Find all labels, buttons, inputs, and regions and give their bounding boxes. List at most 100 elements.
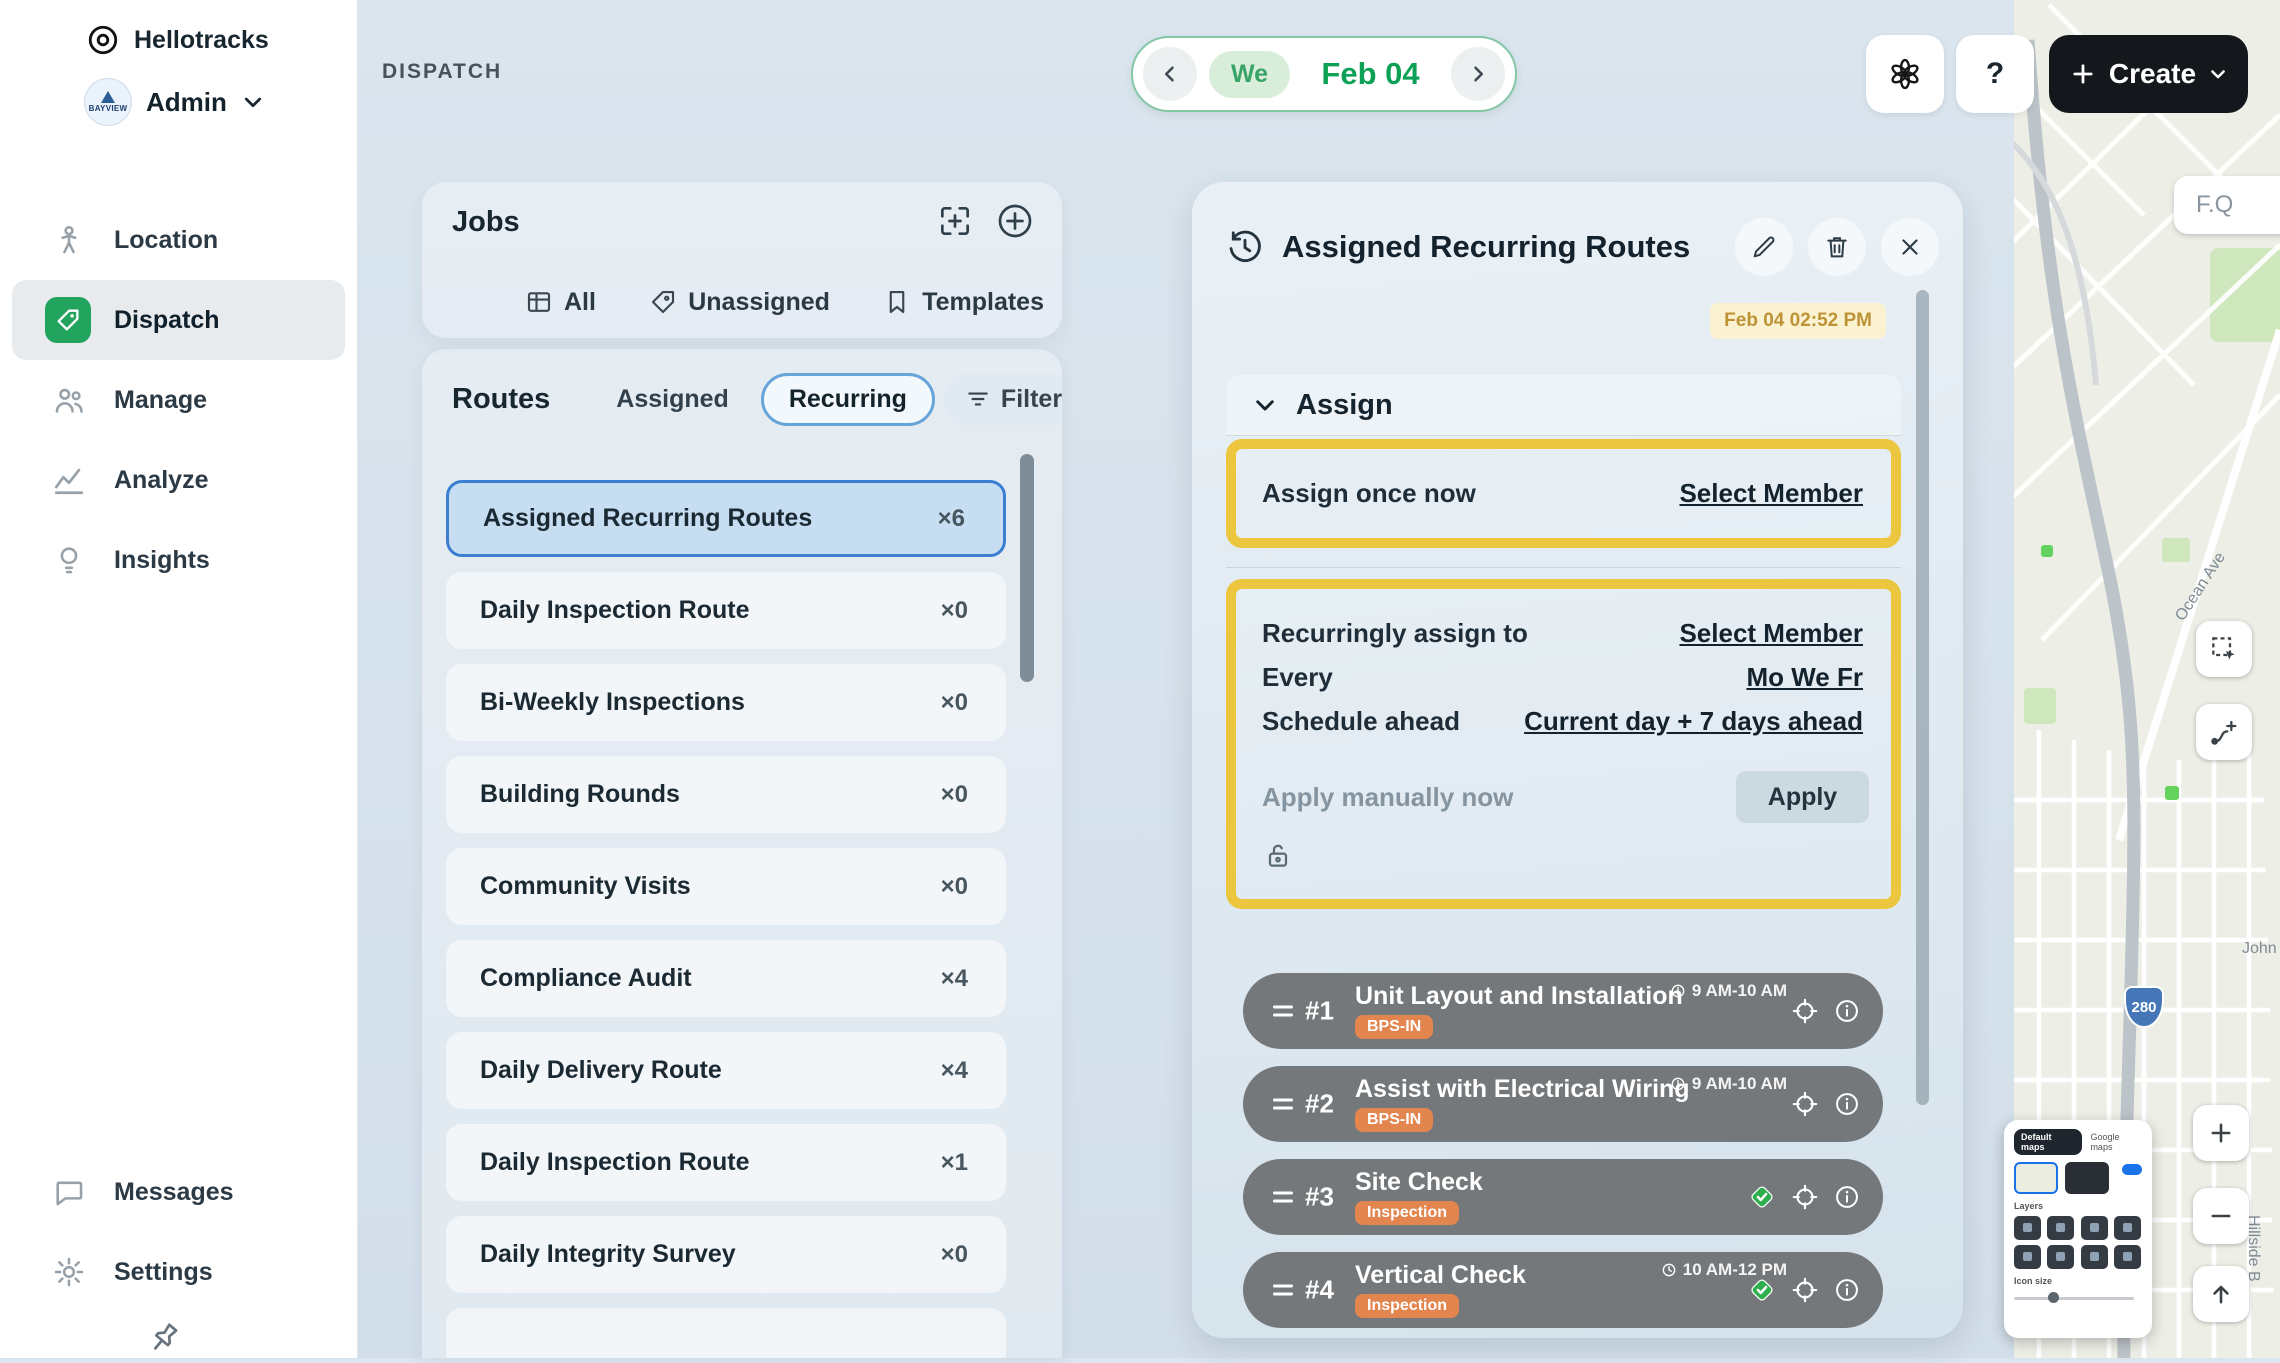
layer-option[interactable] [2081, 1245, 2108, 1269]
create-button[interactable]: Create [2049, 35, 2248, 113]
tab-routes-assigned[interactable]: Assigned [610, 384, 735, 415]
route-name: Daily Integrity Survey [480, 1240, 736, 1269]
route-stop[interactable]: #4 Vertical Check Inspection 10 AM-12 PM [1243, 1252, 1883, 1328]
ai-assistant-button[interactable] [1866, 35, 1944, 113]
layer-option[interactable] [2014, 1245, 2041, 1269]
sidebar-item-settings[interactable]: Settings [12, 1232, 345, 1312]
info-icon[interactable] [1833, 1183, 1861, 1211]
unlock-icon[interactable] [1262, 839, 1869, 871]
filter-label: Filter [1001, 385, 1062, 414]
add-waypoint-button[interactable] [2196, 704, 2252, 760]
drag-handle-icon[interactable] [1273, 1187, 1293, 1208]
sidebar-item-messages[interactable]: Messages [12, 1152, 345, 1232]
apply-button[interactable]: Apply [1736, 771, 1869, 823]
sidebar-item-analyze[interactable]: Analyze [12, 440, 345, 520]
edit-route-button[interactable] [1735, 218, 1793, 276]
route-stop[interactable]: #3 Site Check Inspection [1243, 1159, 1883, 1235]
route-list-item[interactable]: Daily Inspection Route ×1 [446, 1124, 1006, 1201]
google-maps-label[interactable]: Google maps [2090, 1132, 2142, 1152]
layer-option[interactable] [2047, 1245, 2074, 1269]
map-style-default-thumb[interactable] [2014, 1162, 2058, 1194]
assign-section-header[interactable]: Assign [1226, 375, 1901, 436]
date-label[interactable]: Feb 04 [1290, 56, 1451, 92]
filter-button[interactable]: Filter [943, 374, 1062, 425]
info-icon[interactable] [1833, 997, 1861, 1025]
every-days-link[interactable]: Mo We Fr [1740, 661, 1869, 694]
layer-option[interactable] [2047, 1216, 2074, 1240]
stop-time: 9 AM-10 AM [1670, 1074, 1787, 1094]
drag-handle-icon[interactable] [1273, 1280, 1293, 1301]
gear-icon [50, 1253, 88, 1291]
tab-routes-recurring[interactable]: Recurring [761, 373, 935, 426]
tab-jobs-unassigned[interactable]: Unassigned [642, 286, 836, 318]
page-title: DISPATCH [382, 60, 502, 84]
route-plus-icon [2208, 716, 2240, 748]
tab-jobs-templates[interactable]: Templates [876, 286, 1050, 318]
tag-icon [648, 287, 678, 317]
close-panel-button[interactable] [1881, 218, 1939, 276]
sidebar-item-insights[interactable]: Insights [12, 520, 345, 600]
locate-stop-icon[interactable] [1790, 1275, 1820, 1305]
route-list-item[interactable]: Assigned Recurring Routes ×6 [446, 480, 1006, 557]
locate-stop-icon[interactable] [1790, 996, 1820, 1026]
add-job-button[interactable] [992, 198, 1038, 244]
sidebar-item-manage[interactable]: Manage [12, 360, 345, 440]
collapse-up-button[interactable] [2193, 1266, 2249, 1322]
info-icon[interactable] [1833, 1276, 1861, 1304]
history-clock-icon [1226, 228, 1264, 266]
stop-badge: Inspection [1355, 1201, 1459, 1225]
route-list-item[interactable]: Compliance Audit ×4 [446, 940, 1006, 1017]
route-list-item[interactable]: Building Rounds ×0 [446, 756, 1006, 833]
icon-size-slider[interactable] [2014, 1292, 2142, 1304]
schedule-ahead-link[interactable]: Current day + 7 days ahead [1518, 705, 1869, 738]
layer-option[interactable] [2114, 1216, 2141, 1240]
area-select-button[interactable] [2196, 621, 2252, 677]
plus-circle-icon [995, 201, 1035, 241]
layer-option[interactable] [2081, 1216, 2108, 1240]
route-stop[interactable]: #1 Unit Layout and Installation BPS-IN 9… [1243, 973, 1883, 1049]
zoom-in-button[interactable] [2193, 1105, 2249, 1161]
sidebar-item-label: Analyze [114, 466, 208, 495]
drag-handle-icon[interactable] [1273, 1094, 1293, 1115]
recurring-select-member-link[interactable]: Select Member [1673, 617, 1869, 650]
route-count: ×1 [941, 1149, 968, 1177]
layer-option[interactable] [2014, 1216, 2041, 1240]
next-day-button[interactable] [1451, 47, 1505, 101]
route-list-item[interactable]: Community Visits ×0 [446, 848, 1006, 925]
map-search-box[interactable]: F.Q [2174, 176, 2280, 234]
route-list-item[interactable]: Daily Inspection Route ×0 [446, 572, 1006, 649]
drag-handle-icon[interactable] [1273, 1001, 1293, 1022]
map-style-dark-thumb[interactable] [2065, 1162, 2109, 1194]
sidebar-item-location[interactable]: Location [12, 200, 345, 280]
layer-option[interactable] [2114, 1245, 2141, 1269]
route-list-item[interactable]: Daily Integrity Survey ×0 [446, 1216, 1006, 1293]
route-count: ×0 [941, 689, 968, 717]
account-switcher[interactable]: BAYVIEW Admin [84, 76, 265, 128]
route-list-item[interactable]: Bi-Weekly Inspections ×0 [446, 664, 1006, 741]
sidebar-item-dispatch[interactable]: Dispatch [12, 280, 345, 360]
assign-once-select-member-link[interactable]: Select Member [1673, 477, 1869, 510]
route-stop[interactable]: #2 Assist with Electrical Wiring BPS-IN … [1243, 1066, 1883, 1142]
weekday-badge: We [1209, 51, 1290, 98]
locate-stop-icon[interactable] [1790, 1182, 1820, 1212]
tab-jobs-all[interactable]: All [518, 286, 602, 318]
icon-size-label: Icon size [2014, 1276, 2142, 1286]
locate-stop-icon[interactable] [1790, 1089, 1820, 1119]
zoom-out-button[interactable] [2193, 1188, 2249, 1244]
scan-jobs-button[interactable] [932, 198, 978, 244]
routes-scrollbar[interactable] [1020, 454, 1034, 682]
detail-scrollbar[interactable] [1916, 290, 1929, 1105]
help-button[interactable]: ? [1956, 35, 2034, 113]
route-list-item[interactable]: Daily Delivery Route ×4 [446, 1032, 1006, 1109]
route-list-item-partial[interactable] [446, 1308, 1006, 1358]
assign-title: Assign [1296, 389, 1393, 422]
info-icon[interactable] [1833, 1090, 1861, 1118]
sidebar-item-label: Dispatch [114, 306, 220, 335]
default-maps-badge[interactable]: Default maps [2014, 1129, 2082, 1155]
delete-route-button[interactable] [1808, 218, 1866, 276]
map-style-toggle[interactable] [2122, 1164, 2142, 1175]
prev-day-button[interactable] [1143, 47, 1197, 101]
slider-knob[interactable] [2048, 1292, 2059, 1303]
hellotracks-logo-icon [86, 23, 120, 57]
pin-sidebar-icon[interactable] [146, 1320, 182, 1356]
